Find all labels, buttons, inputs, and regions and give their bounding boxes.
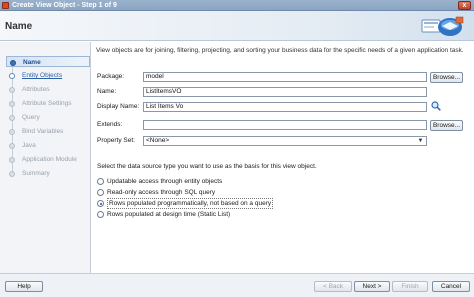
radio-button[interactable] (97, 178, 104, 185)
wizard-steps-sidebar: Name Entity Objects Attributes Attribute… (0, 42, 91, 273)
step-label: Application Module (22, 156, 77, 163)
name-label: Name: (97, 88, 117, 95)
step-label: Attributes (22, 86, 50, 93)
step-marker-icon (10, 60, 16, 66)
step-query: Query (6, 112, 90, 123)
next-button[interactable]: Next > (354, 281, 390, 292)
property-set-label: Property Set: (97, 137, 135, 144)
radio-label: Updatable access through entity objects (107, 178, 223, 185)
wizard-header: Name (0, 11, 474, 41)
window-titlebar: Create View Object - Step 1 of 9 x (0, 0, 474, 11)
step-attribute-settings: Attribute Settings (6, 98, 90, 109)
chevron-down-icon: ▼ (417, 138, 424, 144)
step-marker-icon (9, 101, 15, 107)
package-label: Package: (97, 73, 125, 80)
extends-field[interactable] (143, 120, 427, 130)
display-name-field[interactable]: List Items Vo (143, 102, 427, 112)
close-button[interactable]: x (458, 1, 471, 10)
step-label: Attribute Settings (22, 100, 72, 107)
step-label: Query (22, 114, 40, 121)
search-icon[interactable] (431, 101, 441, 111)
step-java: Java (6, 140, 90, 151)
display-name-label: Display Name: (97, 103, 140, 110)
step-label: Name (23, 59, 41, 66)
radio-label: Rows populated programmatically, not bas… (107, 198, 274, 209)
finish-button[interactable]: Finish (392, 281, 428, 292)
package-browse-button[interactable]: Browse... (430, 72, 463, 83)
step-label: Java (22, 142, 36, 149)
extends-browse-button[interactable]: Browse... (430, 120, 463, 131)
app-icon (2, 2, 9, 9)
radio-button[interactable] (97, 211, 104, 218)
window-title: Create View Object - Step 1 of 9 (12, 2, 117, 9)
wizard-footer: Help < Back Next > Finish Cancel (0, 273, 474, 297)
step-marker-icon (9, 157, 15, 163)
step-marker-icon (9, 115, 15, 121)
step-marker-icon (9, 73, 15, 79)
step-attributes: Attributes (6, 84, 90, 95)
step-label: Summary (22, 170, 50, 177)
back-button[interactable]: < Back (314, 281, 352, 292)
step-marker-icon (9, 87, 15, 93)
step-entity-objects[interactable]: Entity Objects (6, 70, 90, 81)
step-marker-icon (9, 171, 15, 177)
step-label: Bind Variables (22, 128, 64, 135)
step-label: Entity Objects (22, 72, 63, 79)
package-field[interactable]: model (143, 72, 427, 82)
property-set-value: <None> (146, 137, 170, 144)
step-name[interactable]: Name (6, 56, 90, 67)
radio-label: Read-only access through SQL query (107, 189, 216, 196)
wizard-main-panel: View objects are for joining, filtering,… (92, 42, 474, 273)
radio-button[interactable] (97, 200, 104, 207)
intro-text: View objects are for joining, filtering,… (96, 47, 464, 54)
step-application-module: Application Module (6, 154, 90, 165)
help-button[interactable]: Help (5, 281, 43, 292)
step-marker-icon (9, 129, 15, 135)
property-set-select[interactable]: <None> ▼ (143, 136, 427, 146)
page-title: Name (5, 21, 33, 32)
datasource-prompt: Select the data source type you want to … (97, 163, 317, 170)
wizard-logo-icon (421, 16, 464, 36)
step-summary: Summary (6, 168, 90, 179)
step-marker-icon (9, 143, 15, 149)
name-field[interactable]: ListItemsVO (143, 87, 427, 97)
radio-button[interactable] (97, 189, 104, 196)
radio-label: Rows populated at design time (Static Li… (107, 211, 231, 218)
step-bind-variables: Bind Variables (6, 126, 90, 137)
cancel-button[interactable]: Cancel (432, 281, 470, 292)
extends-label: Extends: (97, 121, 123, 128)
